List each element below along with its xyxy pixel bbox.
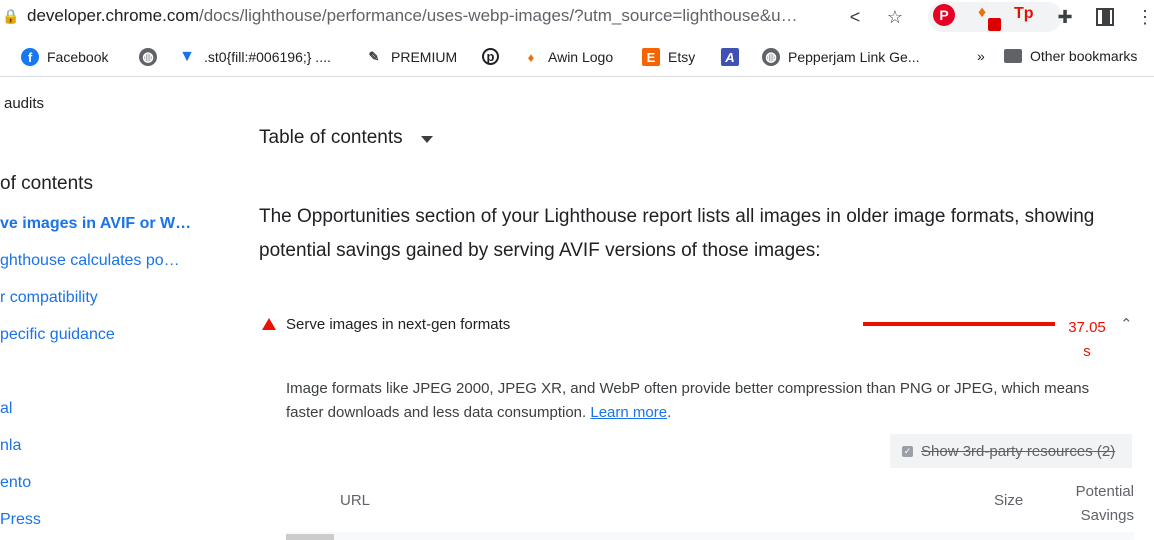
sidebar-item-serve-images[interactable]: ve images in AVIF or W… bbox=[0, 215, 191, 233]
url-text[interactable]: developer.chrome.com/docs/lighthouse/per… bbox=[27, 6, 798, 26]
lock-icon[interactable]: 🔒 bbox=[2, 8, 19, 25]
globe-icon: ◍ bbox=[139, 48, 157, 66]
a-logo-icon: A bbox=[721, 48, 739, 66]
bookmark-a[interactable]: A bbox=[721, 48, 739, 66]
pen-icon: ✎ bbox=[368, 49, 380, 64]
side-panel-fill bbox=[1102, 8, 1110, 26]
audit-description: Image formats like JPEG 2000, JPEG XR, a… bbox=[286, 380, 1090, 421]
table-row[interactable] bbox=[286, 532, 1134, 540]
sidebar-item-stack-guidance[interactable]: pecific guidance bbox=[0, 326, 115, 344]
savings-bar bbox=[863, 322, 1055, 326]
column-header-url: URL bbox=[340, 492, 371, 509]
tp-extension-icon[interactable]: Tp bbox=[1014, 5, 1034, 23]
share-icon[interactable]: < bbox=[844, 6, 866, 28]
toc-label: Table of contents bbox=[259, 127, 403, 148]
image-thumbnail bbox=[286, 534, 334, 540]
audit-description-text: Image formats like JPEG 2000, JPEG XR, a… bbox=[286, 380, 1090, 421]
column-header-savings: Potential Savings bbox=[1075, 483, 1134, 524]
url-path: /docs/lighthouse/performance/uses-webp-i… bbox=[198, 6, 798, 25]
fail-triangle-icon bbox=[262, 318, 276, 330]
puzzle-icon[interactable]: ✚ bbox=[1054, 6, 1076, 28]
third-party-label: Show 3rd-party resources (2) bbox=[921, 442, 1116, 460]
sidebar-toc-heading: of contents bbox=[0, 173, 93, 194]
sidebar-item-stack-0[interactable]: al bbox=[0, 400, 12, 418]
sidebar-item-stack-1[interactable]: nla bbox=[0, 437, 21, 455]
etsy-icon: E bbox=[642, 48, 660, 66]
bookmark-facebook[interactable]: f Facebook bbox=[21, 48, 108, 66]
back-to-audits-link[interactable]: audits bbox=[4, 95, 44, 112]
bookmark-etsy[interactable]: E Etsy bbox=[642, 48, 695, 66]
more-menu-icon[interactable]: ⋮ bbox=[1134, 6, 1154, 28]
folder-icon bbox=[1004, 49, 1022, 63]
bookmark-globe[interactable]: ◍ bbox=[139, 48, 157, 66]
bookmark-star-icon[interactable]: ☆ bbox=[884, 6, 906, 28]
sidebar-item-how-lighthouse[interactable]: ghthouse calculates po… bbox=[0, 252, 180, 270]
caret-down-icon bbox=[420, 135, 433, 143]
audit-savings-value: 37.05 s bbox=[1068, 319, 1106, 360]
globe-icon: ◍ bbox=[762, 48, 780, 66]
chevron-up-icon[interactable]: ⌃ bbox=[1120, 315, 1133, 333]
bookmark-st0[interactable]: ▼ .st0{fill:#006196;} .... bbox=[178, 48, 331, 66]
flame-extension-icon[interactable]: ♦ bbox=[978, 4, 986, 22]
checkbox-icon[interactable]: ✓ bbox=[902, 445, 913, 457]
third-party-toggle[interactable]: ✓ Show 3rd-party resources (2) bbox=[890, 434, 1132, 468]
pinterest-icon[interactable]: P bbox=[933, 4, 955, 26]
column-header-size: Size bbox=[994, 492, 1024, 509]
sidebar-item-stack-2[interactable]: ento bbox=[0, 474, 31, 492]
facebook-icon: f bbox=[21, 48, 39, 66]
sidebar-item-compatibility[interactable]: r compatibility bbox=[0, 289, 98, 307]
learn-more-link[interactable]: Learn more bbox=[590, 404, 667, 421]
flame-icon: ♦ bbox=[527, 49, 535, 65]
v-logo-icon: ▼ bbox=[179, 48, 195, 65]
p-logo-icon: p bbox=[482, 48, 499, 65]
url-host: developer.chrome.com bbox=[27, 6, 199, 25]
table-of-contents-toggle[interactable]: Table of contents bbox=[259, 127, 433, 149]
sidebar-item-stack-3[interactable]: Press bbox=[0, 511, 41, 529]
bookmark-p[interactable]: p bbox=[482, 48, 499, 65]
bookmark-awin[interactable]: ♦ Awin Logo bbox=[522, 48, 613, 66]
intro-paragraph: The Opportunities section of your Lighth… bbox=[259, 206, 1095, 261]
audit-title: Serve images in next-gen formats bbox=[286, 316, 511, 333]
extension-badge bbox=[988, 18, 1001, 31]
more-bookmarks-button[interactable]: » bbox=[977, 48, 985, 64]
bookmark-premium[interactable]: ✎ PREMIUM bbox=[365, 48, 458, 66]
bookmark-pepperjam[interactable]: ◍ Pepperjam Link Ge... bbox=[762, 48, 920, 66]
other-bookmarks-folder[interactable]: Other bookmarks bbox=[1004, 48, 1137, 64]
